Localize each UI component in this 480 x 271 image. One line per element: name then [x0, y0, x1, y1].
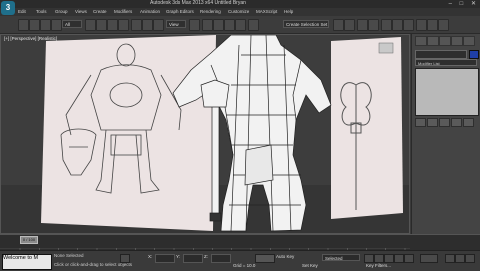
viewport-scene	[1, 35, 409, 233]
y-label: Y:	[176, 254, 181, 259]
y-coordinate-field[interactable]	[183, 254, 203, 263]
select-object-icon[interactable]	[85, 19, 96, 31]
undo-icon[interactable]	[18, 19, 29, 31]
modify-tab-icon[interactable]	[427, 36, 439, 46]
window-crossing-icon[interactable]	[118, 19, 129, 31]
object-name-field[interactable]	[415, 50, 467, 59]
menu-rendering[interactable]: Rendering	[200, 9, 221, 14]
modifier-list-dropdown[interactable]: Modifier List	[415, 59, 477, 66]
rotate-icon[interactable]	[142, 19, 153, 31]
select-by-name-icon[interactable]	[96, 19, 107, 31]
z-coordinate-field[interactable]	[211, 254, 231, 263]
auto-key-button[interactable]: Auto Key	[276, 254, 294, 259]
pivot-center-icon[interactable]	[189, 19, 200, 31]
unlink-icon[interactable]	[51, 19, 62, 31]
motion-tab-icon[interactable]	[451, 36, 463, 46]
graphite-ribbon-icon[interactable]	[368, 19, 379, 31]
snaps-toggle-icon[interactable]	[202, 19, 213, 31]
menu-tools[interactable]: Tools	[36, 9, 47, 14]
object-color-swatch[interactable]	[469, 50, 479, 59]
link-icon[interactable]	[40, 19, 51, 31]
menu-help[interactable]: Help	[284, 9, 293, 14]
menu-modifiers[interactable]: Modifiers	[114, 9, 132, 14]
scale-icon[interactable]	[153, 19, 164, 31]
create-tab-icon[interactable]	[415, 36, 427, 46]
hierarchy-tab-icon[interactable]	[439, 36, 451, 46]
go-to-start-icon[interactable]	[364, 254, 374, 263]
configure-modifier-sets-icon[interactable]	[463, 118, 474, 127]
rectangle-selection-icon[interactable]	[107, 19, 118, 31]
selection-filter-dropdown[interactable]: All	[62, 20, 82, 28]
menu-animation[interactable]: Animation	[140, 9, 160, 14]
timeline[interactable]: 0 / 100	[0, 234, 480, 252]
close-icon[interactable]: ✕	[471, 1, 476, 7]
menu-graph-editors[interactable]: Graph Editors	[166, 9, 194, 14]
curve-editor-icon[interactable]	[381, 19, 392, 31]
maxscript-text: Welcome to M	[3, 255, 39, 261]
named-selection-dropdown[interactable]: Create Selection Set	[283, 20, 329, 28]
reference-coordinate-dropdown[interactable]: View	[166, 20, 186, 28]
current-frame-field[interactable]	[420, 254, 438, 263]
edit-named-selection-icon[interactable]	[248, 19, 259, 31]
viewcube-icon	[378, 42, 394, 54]
app-logo-icon[interactable]: 3	[1, 1, 15, 15]
side-reference-sheet	[331, 37, 403, 219]
play-icon[interactable]	[384, 254, 394, 263]
minimize-icon[interactable]: –	[449, 1, 452, 7]
x-coordinate-field[interactable]	[155, 254, 175, 263]
window-controls: – □ ✕	[443, 0, 476, 7]
stack-tools	[415, 118, 477, 127]
menu-customize[interactable]: Customize	[228, 9, 249, 14]
main-toolbar: All View Create Selection Set	[0, 16, 480, 34]
render-production-icon[interactable]	[438, 19, 449, 31]
menu-create[interactable]: Create	[93, 9, 107, 14]
display-tab-icon[interactable]	[463, 36, 475, 46]
schematic-view-icon[interactable]	[392, 19, 403, 31]
spinner-snap-icon[interactable]	[235, 19, 246, 31]
rendered-frame-icon[interactable]	[427, 19, 438, 31]
menu-views[interactable]: Views	[75, 9, 87, 14]
align-icon[interactable]	[344, 19, 355, 31]
command-panel: Modifier List	[411, 34, 480, 234]
selected-dropdown[interactable]: Selected	[322, 254, 360, 261]
material-editor-icon[interactable]	[403, 19, 414, 31]
window-title: Autodesk 3ds Max 2013 x64 Untitled Bryan	[150, 0, 246, 6]
go-to-end-icon[interactable]	[404, 254, 414, 263]
layer-manager-icon[interactable]	[357, 19, 368, 31]
show-end-result-icon[interactable]	[427, 118, 438, 127]
pan-icon[interactable]	[455, 254, 465, 263]
menu-group[interactable]: Group	[55, 9, 68, 14]
make-unique-icon[interactable]	[439, 118, 450, 127]
grid-readout: Grid = 10.0	[233, 263, 256, 268]
viewport-label-menu[interactable]: [+] [Perspective] [Realistic]	[4, 36, 57, 41]
lock-selection-icon[interactable]	[120, 254, 130, 263]
z-label: Z:	[204, 254, 208, 259]
menu-edit[interactable]: Edit	[18, 9, 26, 14]
set-key-button[interactable]: Set Key	[302, 263, 318, 268]
orbit-icon[interactable]	[465, 254, 475, 263]
maximize-icon[interactable]: □	[460, 1, 464, 7]
selection-info: None Selected	[54, 253, 84, 258]
mirror-icon[interactable]	[333, 19, 344, 31]
key-filters-button[interactable]: Key Filters...	[366, 263, 391, 268]
pin-stack-icon[interactable]	[415, 118, 426, 127]
angle-snap-icon[interactable]	[213, 19, 224, 31]
percent-snap-icon[interactable]	[224, 19, 235, 31]
menu-maxscript[interactable]: MAXScript	[256, 9, 277, 14]
x-label: X:	[148, 254, 153, 259]
next-frame-icon[interactable]	[394, 254, 404, 263]
status-bar: Welcome to M None Selected Click or clic…	[0, 250, 480, 271]
modifier-stack[interactable]	[415, 68, 479, 116]
render-setup-icon[interactable]	[416, 19, 427, 31]
move-icon[interactable]	[131, 19, 142, 31]
remove-modifier-icon[interactable]	[451, 118, 462, 127]
redo-icon[interactable]	[29, 19, 40, 31]
perspective-viewport[interactable]: [+] [Perspective] [Realistic]	[0, 34, 410, 234]
previous-frame-icon[interactable]	[374, 254, 384, 263]
zoom-icon[interactable]	[445, 254, 455, 263]
key-mode-icon[interactable]	[255, 254, 275, 263]
menu-bar: Edit Tools Group Views Create Modifiers …	[0, 8, 480, 16]
